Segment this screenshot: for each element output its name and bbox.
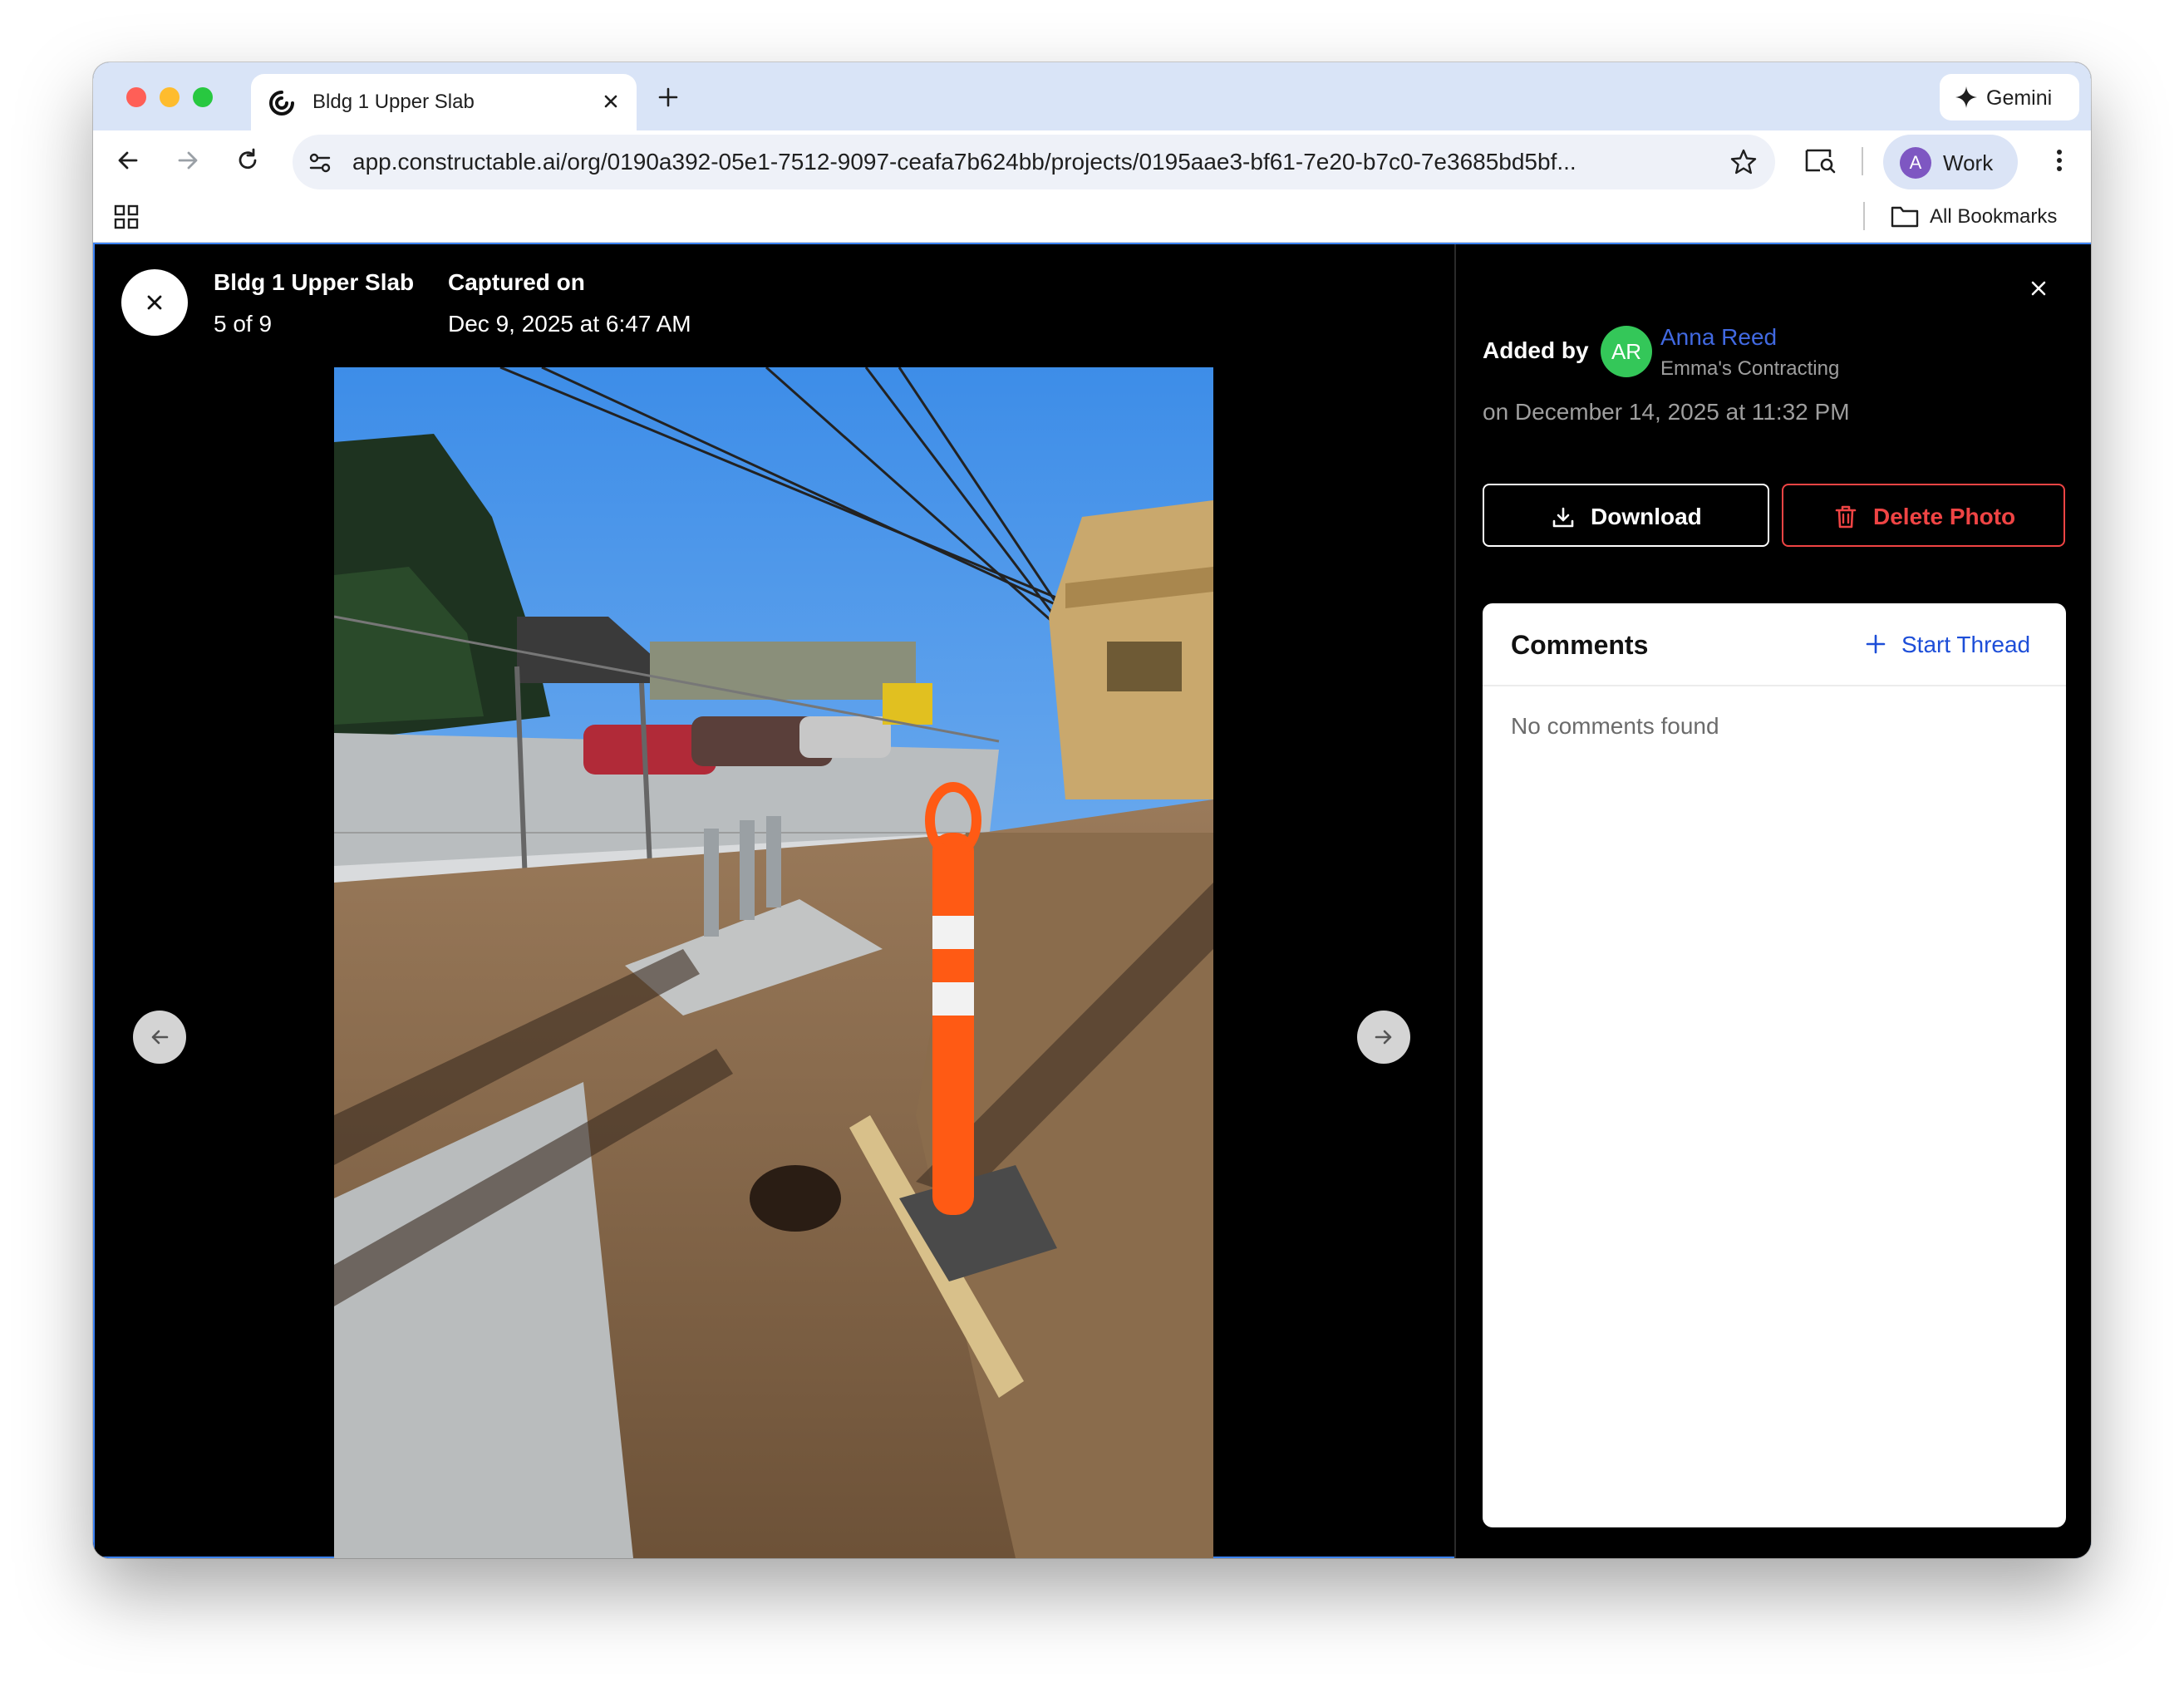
construction-photo	[334, 367, 1213, 1558]
profile-button[interactable]: A Work	[1883, 135, 2018, 189]
browser-toolbar: app.constructable.ai/org/0190a392-05e1-7…	[93, 130, 2091, 190]
bookmark-star-icon[interactable]	[1729, 147, 1759, 177]
photo-position: 5 of 9	[214, 311, 273, 337]
url-text: app.constructable.ai/org/0190a392-05e1-7…	[352, 149, 1577, 175]
added-on-date: on December 14, 2025 at 11:32 PM	[1483, 399, 1850, 425]
new-tab-icon[interactable]	[653, 82, 683, 112]
empty-comments-message: No comments found	[1511, 713, 1719, 739]
close-icon	[147, 295, 162, 310]
uploader-avatar: AR	[1601, 326, 1652, 377]
reload-icon[interactable]	[233, 145, 263, 175]
apps-grid-icon[interactable]	[113, 204, 140, 230]
trash-icon	[1835, 505, 1857, 529]
comments-header: Comments Start Thread	[1483, 603, 2066, 686]
browser-window: Bldg 1 Upper Slab Gemini app.constructab…	[93, 62, 2091, 1558]
browser-tab[interactable]: Bldg 1 Upper Slab	[251, 74, 637, 130]
arrow-right-icon	[1375, 1030, 1392, 1045]
uploader-name-link[interactable]: Anna Reed	[1660, 324, 1777, 351]
arrow-left-icon	[151, 1030, 169, 1045]
delete-label: Delete Photo	[1873, 504, 2016, 529]
back-arrow-icon[interactable]	[113, 145, 143, 175]
all-bookmarks-label: All Bookmarks	[1930, 205, 2058, 228]
download-button[interactable]: Download	[1483, 484, 1769, 547]
forward-arrow-icon[interactable]	[173, 145, 203, 175]
uploader-company: Emma's Contracting	[1660, 357, 1840, 380]
delete-photo-button[interactable]: Delete Photo	[1782, 484, 2065, 547]
captured-label: Captured on	[448, 269, 585, 295]
maximize-window-button[interactable]	[193, 87, 213, 107]
start-thread-label: Start Thread	[1901, 632, 2031, 657]
close-panel-icon[interactable]	[2026, 276, 2051, 301]
bookmarks-bar: All Bookmarks	[93, 190, 2091, 243]
download-label: Download	[1591, 504, 1702, 529]
captured-date: Dec 9, 2025 at 6:47 AM	[448, 311, 691, 337]
browser-menu-icon[interactable]	[2044, 145, 2074, 175]
album-title: Bldg 1 Upper Slab	[214, 269, 415, 295]
profile-label: Work	[1943, 150, 1994, 175]
added-by-label: Added by	[1483, 337, 1589, 363]
tab-search-icon[interactable]	[1803, 145, 1837, 175]
comments-title: Comments	[1511, 630, 1649, 660]
tab-strip: Bldg 1 Upper Slab Gemini	[93, 62, 2091, 130]
profile-avatar: A	[1900, 147, 1931, 179]
gemini-label: Gemini	[1986, 86, 2053, 110]
download-icon	[1552, 507, 1574, 528]
photo-viewer: Bldg 1 Upper Slab 5 of 9 Captured on Dec…	[93, 243, 2091, 1558]
site-settings-icon[interactable]	[306, 149, 334, 177]
plus-icon	[1866, 634, 1886, 654]
close-tab-icon[interactable]	[597, 87, 625, 116]
address-bar[interactable]: app.constructable.ai/org/0190a392-05e1-7…	[293, 135, 1775, 189]
previous-photo-button[interactable]	[133, 1011, 186, 1064]
toolbar-separator	[1862, 147, 1863, 175]
tab-title: Bldg 1 Upper Slab	[312, 91, 475, 113]
gemini-button[interactable]: Gemini	[1940, 74, 2079, 120]
folder-icon	[1891, 206, 1919, 228]
bookmarks-separator	[1863, 202, 1865, 230]
constructable-logo-icon	[269, 91, 294, 116]
photo-details-panel: Added by AR Anna Reed Emma's Contracting…	[1456, 244, 2091, 1558]
gemini-sparkle-icon	[1955, 86, 1977, 108]
close-window-button[interactable]	[126, 87, 146, 107]
minimize-window-button[interactable]	[160, 87, 180, 107]
close-viewer-button[interactable]	[121, 269, 188, 336]
comments-card: Comments Start Thread No comments found	[1483, 603, 2066, 1527]
next-photo-button[interactable]	[1357, 1011, 1410, 1064]
